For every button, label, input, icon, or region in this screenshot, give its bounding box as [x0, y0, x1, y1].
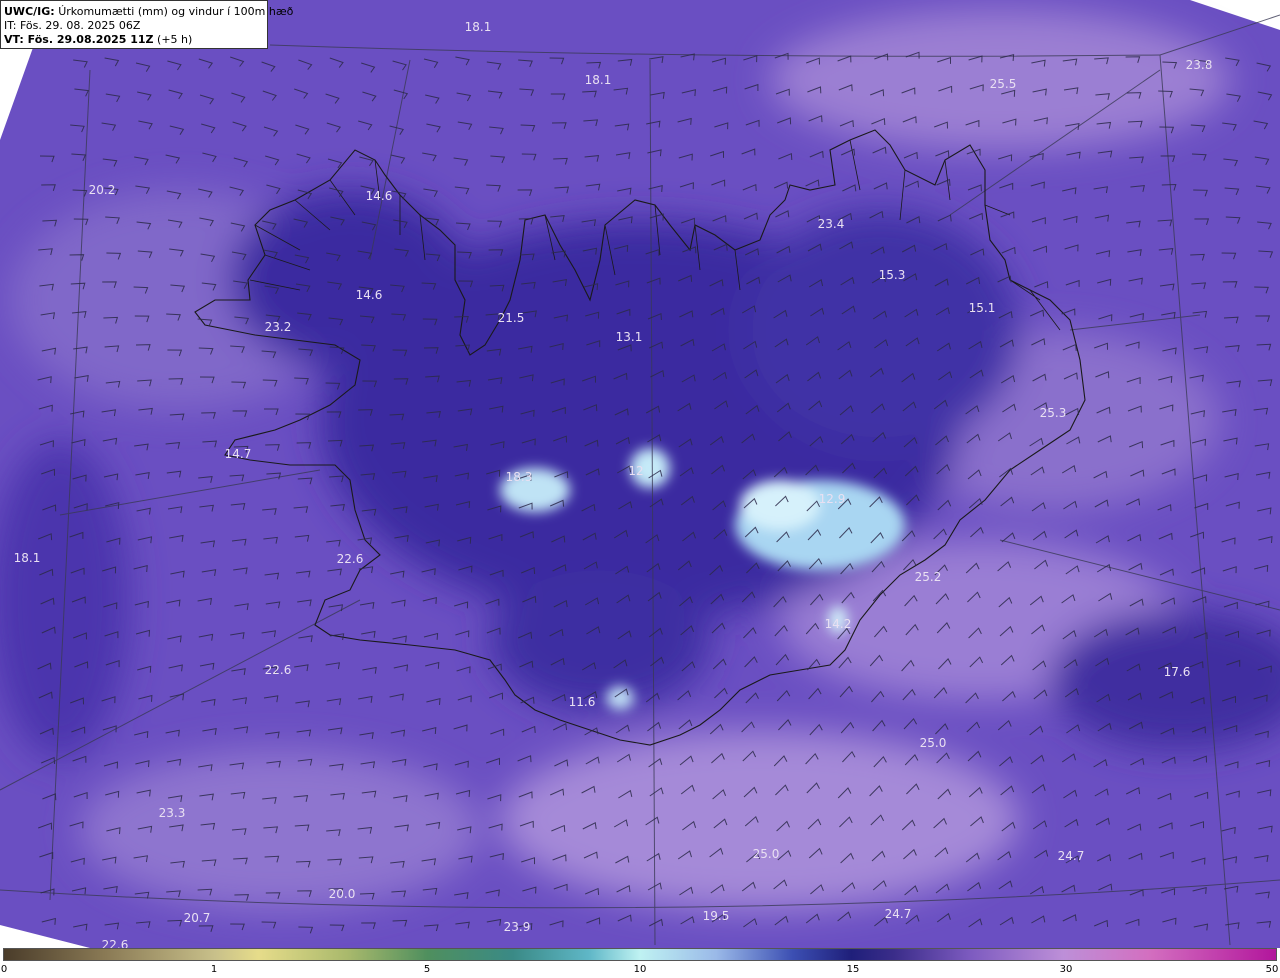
colorbar: 0 1 5 10 15 30 50	[0, 948, 1280, 978]
value-label: 25.5	[989, 77, 1017, 91]
colorbar-tick: 5	[423, 964, 431, 975]
colorbar-tick: 0	[0, 964, 8, 975]
colorbar-tick: 1	[210, 964, 218, 975]
value-label: 21.5	[497, 311, 525, 325]
value-label: 25.0	[752, 847, 780, 861]
colorbar-tick: 15	[846, 964, 860, 975]
value-label: 20.2	[88, 183, 116, 197]
value-label: 19.5	[702, 909, 730, 923]
value-label: 14.2	[824, 617, 852, 631]
value-label: 25.2	[914, 570, 942, 584]
value-label: 18.1	[584, 73, 612, 87]
value-label: 23.4	[817, 217, 845, 231]
value-label: 12	[628, 464, 644, 478]
value-label: 13.1	[615, 330, 643, 344]
colorbar-gradient	[3, 948, 1277, 961]
valid-offset: (+5 h)	[157, 33, 193, 46]
value-label: 20.7	[183, 911, 211, 925]
value-label: 23.8	[1185, 58, 1213, 72]
value-label: 14.7	[224, 447, 252, 461]
value-label: 25.3	[1039, 406, 1067, 420]
value-label: 23.9	[503, 920, 531, 934]
value-label: 14.6	[365, 189, 393, 203]
value-label: 20.0	[328, 887, 356, 901]
init-time: IT: Fös. 29. 08. 2025 06Z	[4, 19, 141, 32]
value-label: 18.3	[505, 470, 533, 484]
value-label: 18.1	[464, 20, 492, 34]
chart-title: Úrkomumætti (mm) og vindur í 100m hæð	[58, 5, 294, 18]
value-label: 23.3	[158, 806, 186, 820]
colorbar-tick: 50	[1265, 964, 1279, 975]
valid-time: VT: Fös. 29.08.2025 11Z	[4, 33, 154, 46]
value-label: 17.6	[1163, 665, 1191, 679]
value-label: 23.2	[264, 320, 292, 334]
model-code: UWC/IG:	[4, 5, 55, 18]
value-label: 22.6	[336, 552, 364, 566]
value-label: 12.9	[818, 492, 846, 506]
value-label: 14.6	[355, 288, 383, 302]
value-label: 11.6	[568, 695, 596, 709]
value-label: 18.1	[13, 551, 41, 565]
colorbar-tick: 10	[633, 964, 647, 975]
value-label: 24.7	[1057, 849, 1085, 863]
value-label: 24.7	[884, 907, 912, 921]
value-label: 25.0	[919, 736, 947, 750]
header-info-box: UWC/IG: Úrkomumætti (mm) og vindur í 100…	[0, 0, 293, 49]
value-label: 22.6	[264, 663, 292, 677]
value-label: 15.1	[968, 301, 996, 315]
colorbar-tick: 30	[1059, 964, 1073, 975]
value-label: 15.3	[878, 268, 906, 282]
